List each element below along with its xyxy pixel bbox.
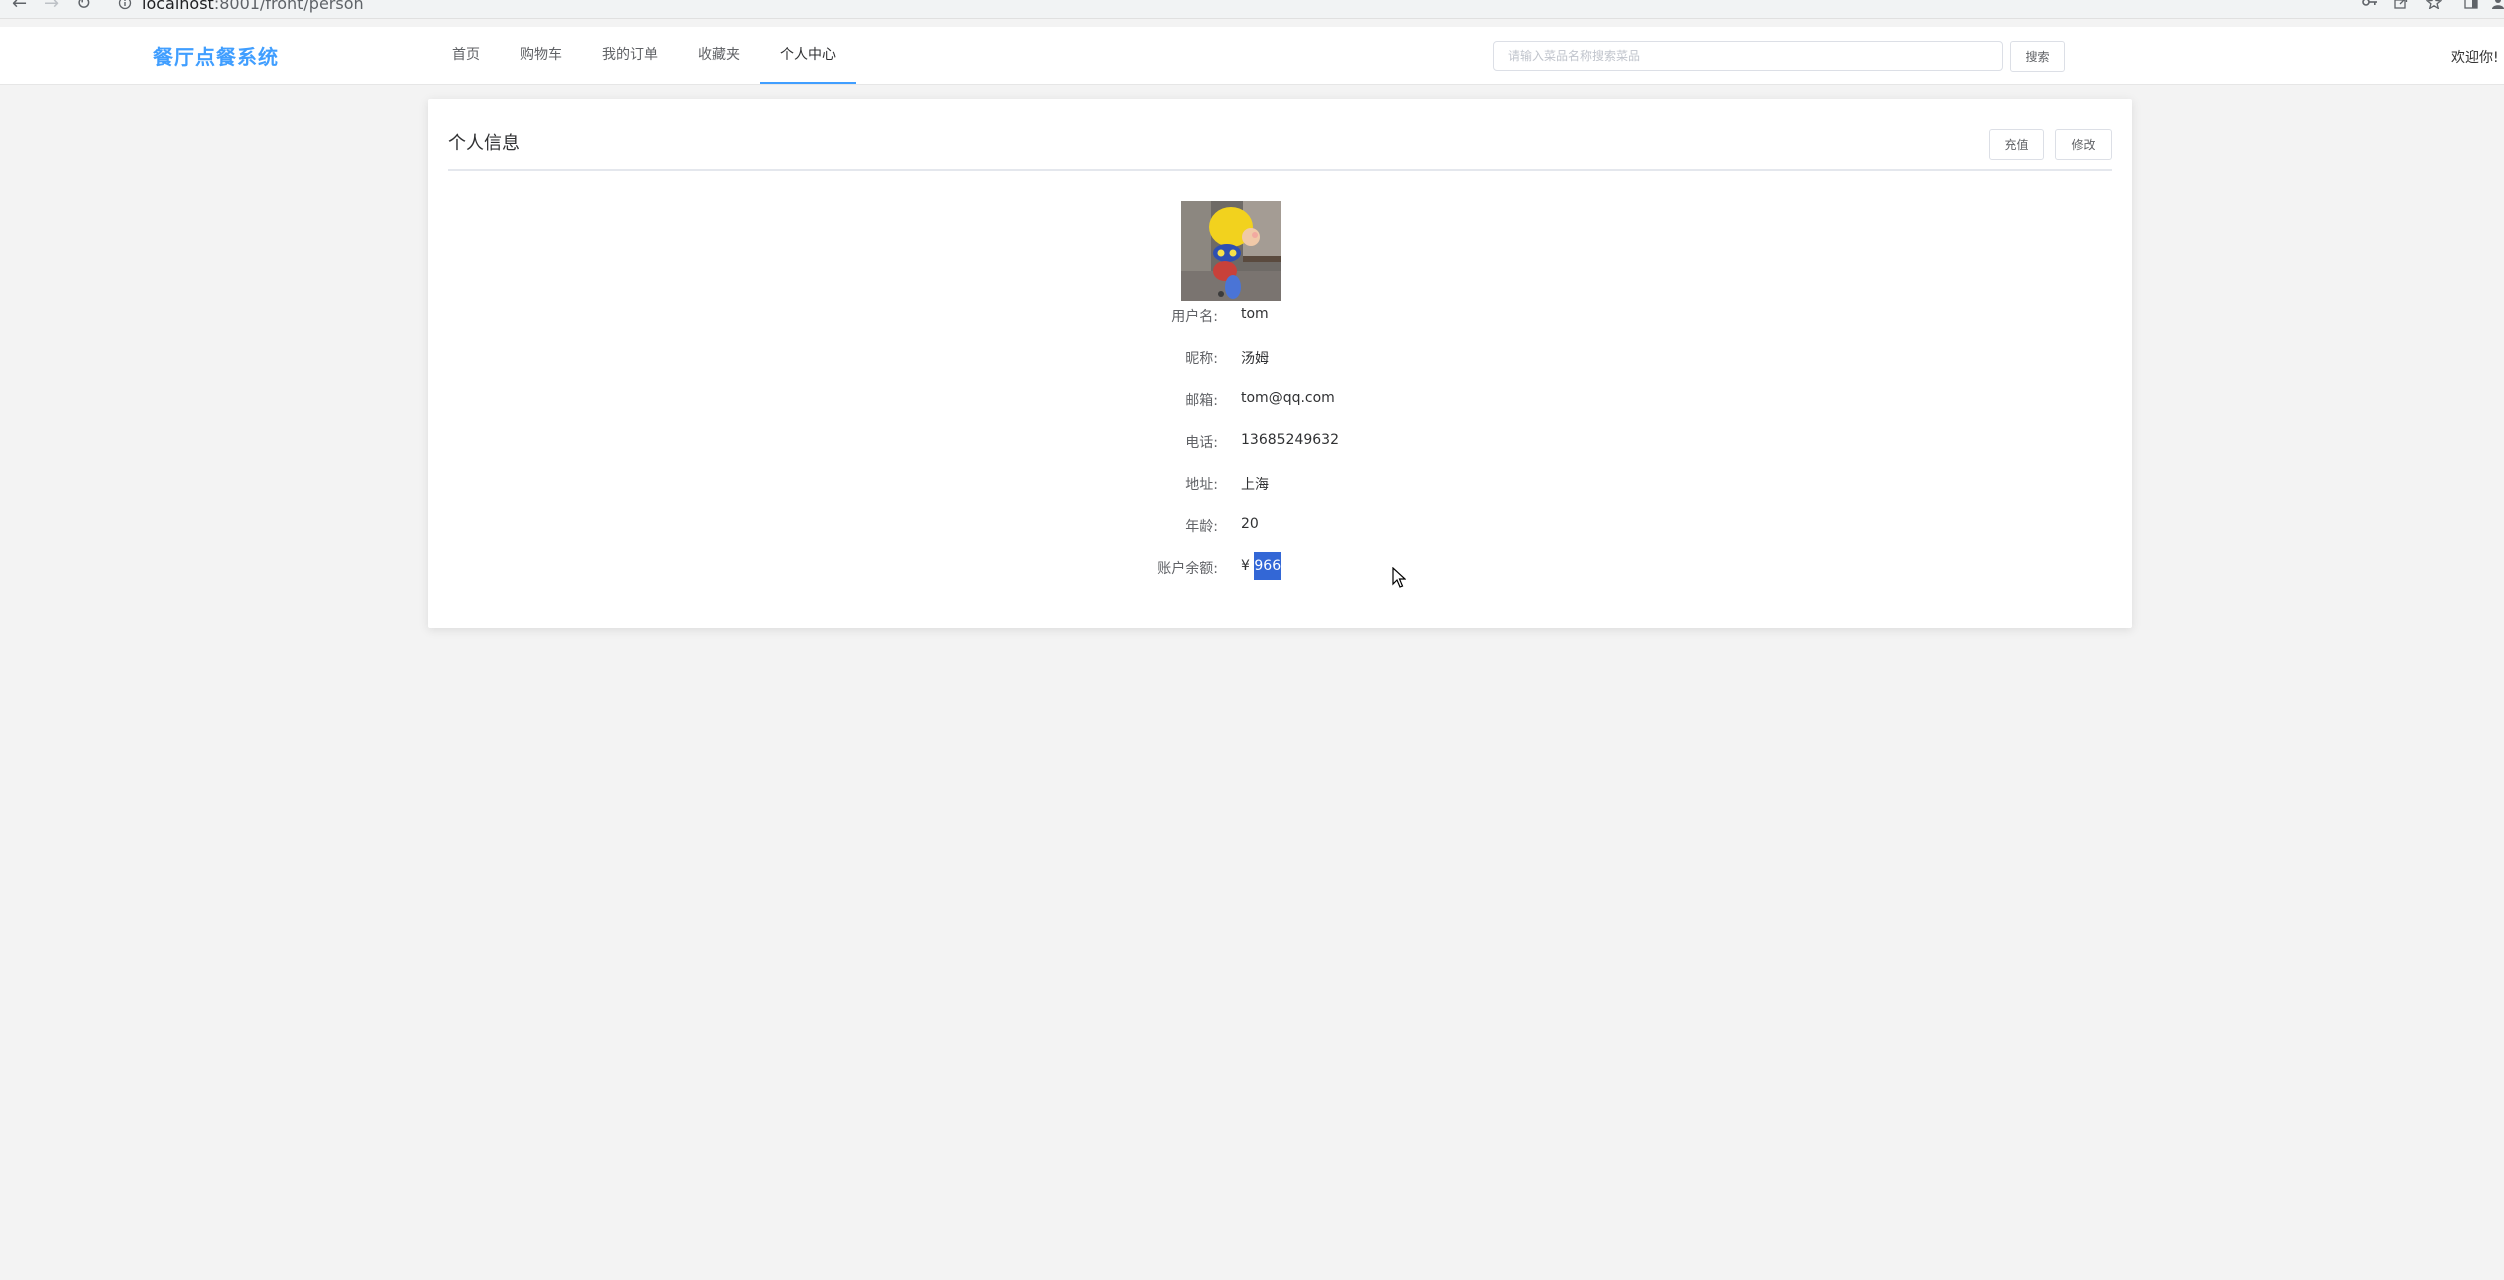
nickname-row: 昵称: 汤姆 <box>428 348 2132 372</box>
phone-value: 13685249632 <box>1241 432 1339 448</box>
key-icon[interactable] <box>2362 0 2378 9</box>
username-row: 用户名: tom <box>428 306 2132 330</box>
nav-personal-center[interactable]: 个人中心 <box>760 27 856 84</box>
card-divider <box>448 169 2112 171</box>
email-row: 邮箱: tom@qq.com <box>428 390 2132 414</box>
nav-favorites[interactable]: 收藏夹 <box>678 27 760 84</box>
reload-icon[interactable]: ↻ <box>76 0 91 14</box>
browser-toolbar: ← → ↻ localhost:8001/front/person <box>0 0 2504 19</box>
site-logo[interactable]: 餐厅点餐系统 <box>153 41 279 70</box>
username-label: 用户名: <box>1171 309 1218 325</box>
nav-my-orders[interactable]: 我的订单 <box>582 27 678 84</box>
nickname-value: 汤姆 <box>1241 351 1269 367</box>
address-bar[interactable]: localhost:8001/front/person <box>142 0 364 14</box>
username-value: tom <box>1241 306 1269 322</box>
back-icon[interactable]: ← <box>12 0 27 14</box>
app-header: 餐厅点餐系统 首页 购物车 我的订单 收藏夹 个人中心 搜索 欢迎你! <box>0 27 2504 85</box>
url-host: localhost <box>142 0 214 13</box>
phone-row: 电话: 13685249632 <box>428 432 2132 456</box>
balance-label: 账户余额: <box>1157 561 1218 577</box>
address-value: 上海 <box>1241 477 1269 493</box>
email-label: 邮箱: <box>1185 393 1218 409</box>
welcome-text[interactable]: 欢迎你! <box>2451 47 2499 67</box>
edit-button[interactable]: 修改 <box>2055 129 2112 160</box>
bookmark-star-icon[interactable] <box>2426 0 2442 9</box>
avatar <box>1181 201 1281 301</box>
share-icon[interactable] <box>2394 0 2408 9</box>
age-row: 年龄: 20 <box>428 516 2132 540</box>
nav-home[interactable]: 首页 <box>432 27 500 84</box>
age-value: 20 <box>1241 516 1259 532</box>
age-label: 年龄: <box>1185 519 1218 535</box>
profile-card: 个人信息 充值 修改 用户名: tom 昵称: 汤姆 邮箱: tom@qq.co… <box>428 99 2132 628</box>
nav-cart[interactable]: 购物车 <box>500 27 582 84</box>
search-button[interactable]: 搜索 <box>2010 41 2065 72</box>
profile-icon[interactable] <box>2492 0 2504 9</box>
phone-label: 电话: <box>1185 435 1218 451</box>
currency-symbol: ¥ <box>1241 558 1250 574</box>
balance-row: 账户余额: ¥ 966 <box>428 552 2132 582</box>
avatar-image <box>1181 201 1281 301</box>
url-path: :8001/front/person <box>213 0 364 13</box>
card-title: 个人信息 <box>448 133 520 154</box>
email-value: tom@qq.com <box>1241 390 1335 406</box>
address-row: 地址: 上海 <box>428 474 2132 498</box>
balance-value: ¥ 966 <box>1241 552 1282 580</box>
recharge-button[interactable]: 充值 <box>1989 129 2044 160</box>
address-label: 地址: <box>1185 477 1218 493</box>
search-input[interactable] <box>1493 41 2003 71</box>
nickname-label: 昵称: <box>1185 351 1218 367</box>
balance-amount: 966 <box>1254 552 1282 580</box>
main-nav: 首页 购物车 我的订单 收藏夹 个人中心 <box>432 27 856 84</box>
forward-icon[interactable]: → <box>44 0 59 14</box>
mouse-cursor-icon <box>1392 567 1406 588</box>
side-panel-icon[interactable] <box>2464 0 2478 9</box>
site-info-icon[interactable] <box>118 0 132 10</box>
